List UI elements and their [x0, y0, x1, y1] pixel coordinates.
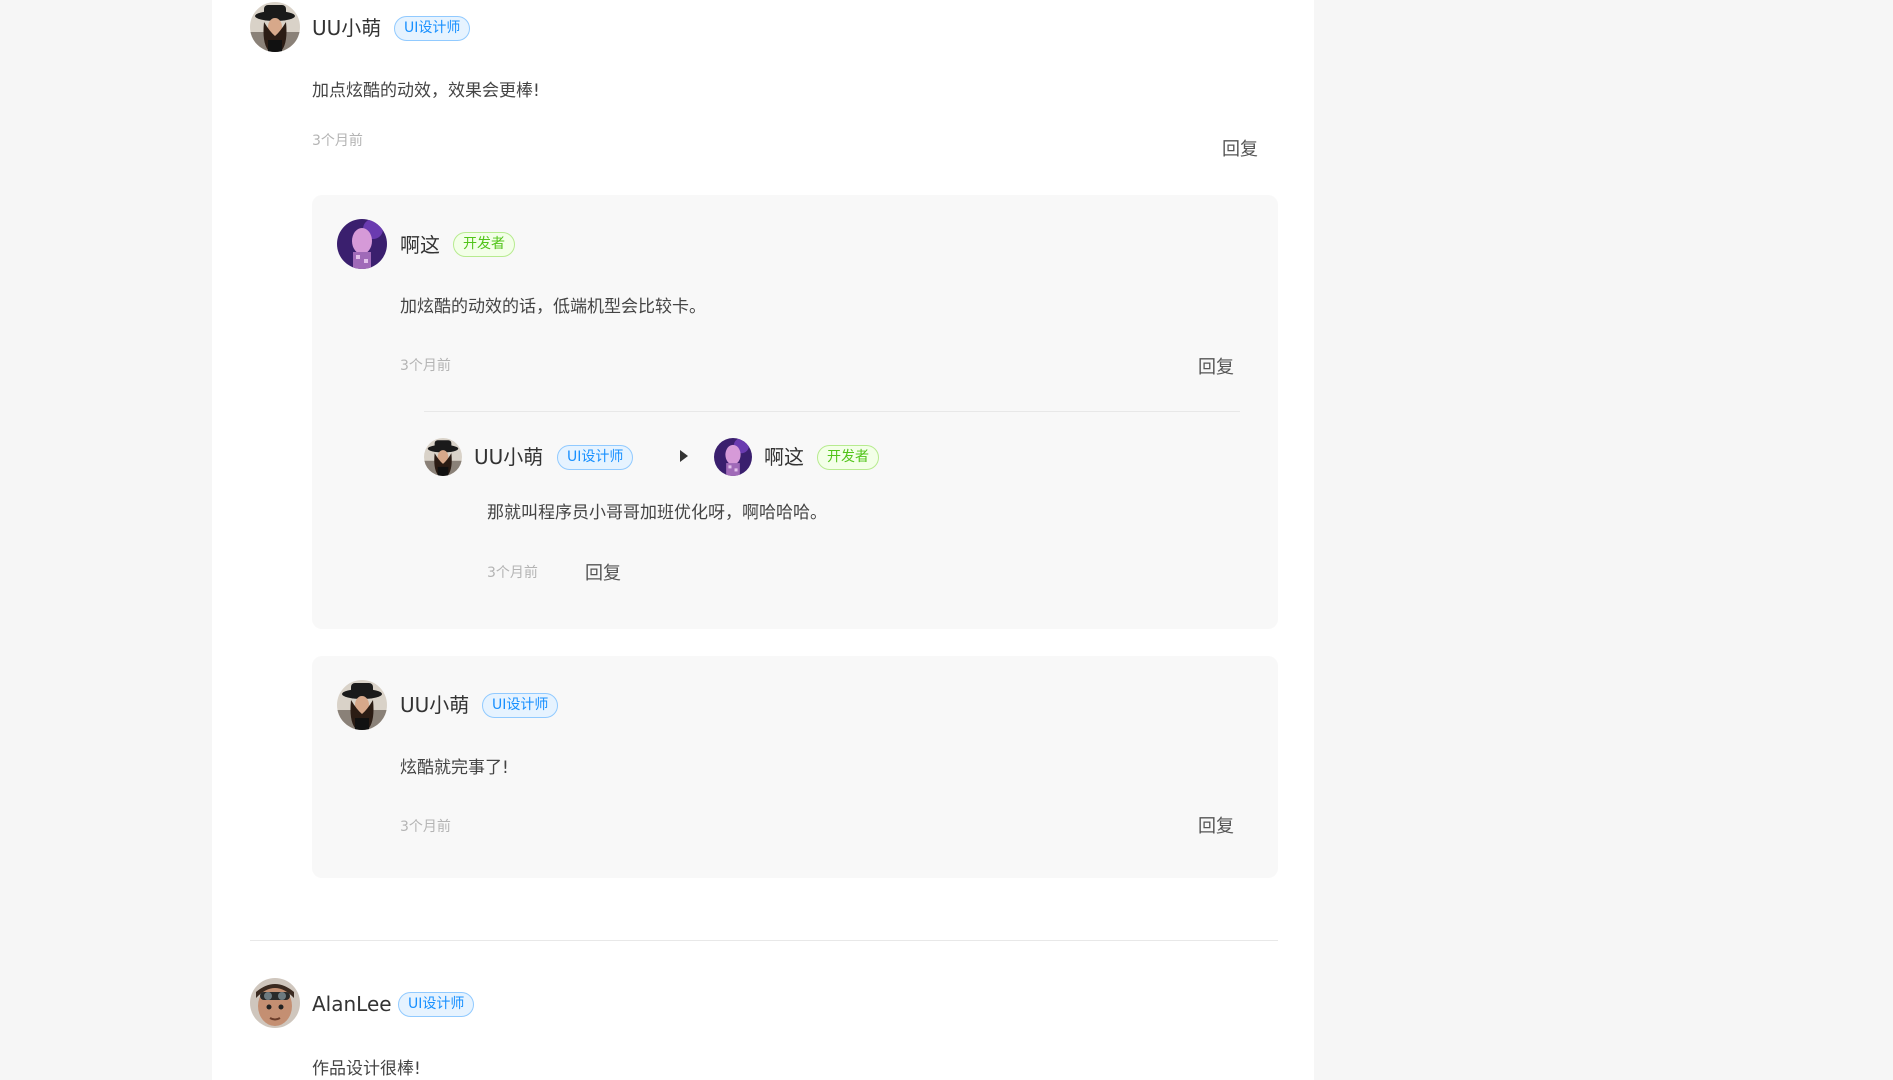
avatar-alan-icon[interactable]	[250, 978, 300, 1028]
role-badge: 开发者	[817, 445, 879, 470]
reply-to-author[interactable]: 啊这	[764, 445, 804, 469]
reply-button[interactable]: 回复	[1222, 139, 1258, 161]
role-badge: 开发者	[453, 232, 515, 257]
reply-text: 炫酷就完事了!	[400, 758, 509, 778]
divider	[424, 411, 1240, 412]
role-badge: UI设计师	[482, 693, 559, 718]
reply-author[interactable]: 啊这	[400, 233, 440, 257]
avatar-uu-icon[interactable]	[337, 680, 387, 730]
reply-time: 3个月前	[400, 819, 451, 835]
comments-panel: UU小萌 UI设计师 加点炫酷的动效，效果会更棒! 3个月前 回复 啊这 开发者…	[212, 0, 1314, 1080]
comment-time: 3个月前	[312, 133, 363, 149]
reply-thread: 啊这 开发者 加炫酷的动效的话，低端机型会比较卡。 3个月前 回复 UU小萌 U…	[312, 195, 1278, 629]
comment-author[interactable]: AlanLee	[312, 992, 392, 1016]
comment-text: 作品设计很棒!	[312, 1059, 421, 1079]
caret-right-icon	[680, 450, 688, 462]
avatar-dev-icon[interactable]	[714, 438, 752, 476]
sub-reply-time: 3个月前	[487, 565, 538, 581]
reply-button[interactable]: 回复	[1198, 357, 1234, 379]
avatar-dev-icon[interactable]	[337, 219, 387, 269]
role-badge: UI设计师	[557, 445, 634, 470]
comment-text: 加点炫酷的动效，效果会更棒!	[312, 81, 540, 101]
reply-time: 3个月前	[400, 358, 451, 374]
sub-reply-text: 那就叫程序员小哥哥加班优化呀，啊哈哈哈。	[487, 503, 827, 523]
reply-author[interactable]: UU小萌	[400, 693, 469, 717]
reply-text: 加炫酷的动效的话，低端机型会比较卡。	[400, 297, 706, 317]
comment-divider	[250, 940, 1278, 941]
reply-thread: UU小萌 UI设计师 炫酷就完事了! 3个月前 回复	[312, 656, 1278, 878]
avatar-uu-icon[interactable]	[424, 438, 462, 476]
role-badge: UI设计师	[398, 992, 475, 1017]
avatar-uu-icon[interactable]	[250, 2, 300, 52]
comment-author[interactable]: UU小萌	[312, 16, 381, 40]
reply-button[interactable]: 回复	[1198, 816, 1234, 838]
role-badge: UI设计师	[394, 16, 471, 41]
sub-reply-author[interactable]: UU小萌	[474, 445, 543, 469]
reply-button[interactable]: 回复	[585, 563, 621, 585]
